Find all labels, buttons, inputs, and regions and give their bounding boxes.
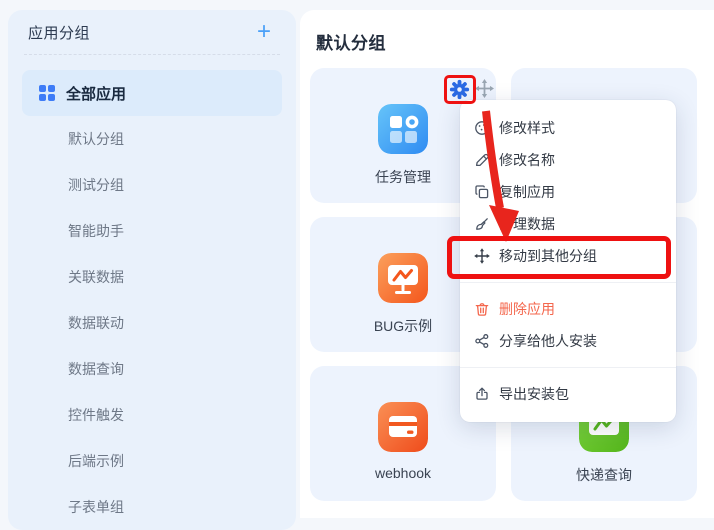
menu-item-share-install[interactable]: 分享给他人安装 (460, 325, 676, 357)
menu-item-label: 修改名称 (499, 150, 555, 170)
export-icon (474, 386, 490, 402)
chart-board-icon (378, 253, 428, 303)
menu-item-label: 复制应用 (499, 182, 555, 202)
sidebar-title: 应用分组 (28, 22, 90, 43)
sidebar-item-default-group[interactable]: 默认分组 (8, 116, 296, 162)
app-card-label: 快递查询 (576, 465, 632, 485)
menu-item-edit-style[interactable]: 修改样式 (460, 112, 676, 144)
menu-divider (460, 282, 676, 283)
share-icon (474, 333, 490, 349)
apps-grid-icon (39, 85, 55, 101)
app-groups-sidebar: 应用分组 + 全部应用 默认分组 测试分组 智能助手 关联数据 数据联动 数据查… (8, 10, 296, 530)
menu-item-delete-app[interactable]: 删除应用 (460, 293, 676, 325)
app-card-label: webhook (375, 465, 431, 481)
sidebar-item-widget-trigger[interactable]: 控件触发 (8, 392, 296, 438)
annotation-box-gear (444, 75, 476, 104)
menu-item-label: 清理数据 (499, 214, 555, 234)
divider (24, 54, 280, 55)
menu-item-rename[interactable]: 修改名称 (460, 144, 676, 176)
copy-icon (474, 184, 490, 200)
menu-item-label: 导出安装包 (499, 384, 569, 404)
sidebar-item-ai-assistant[interactable]: 智能助手 (8, 208, 296, 254)
sidebar-item-label: 全部应用 (66, 83, 126, 104)
sidebar-item-backend-demo[interactable]: 后端示例 (8, 438, 296, 484)
card-icon (378, 402, 428, 452)
sidebar-item-data-query[interactable]: 数据查询 (8, 346, 296, 392)
menu-item-label: 删除应用 (499, 299, 555, 319)
trash-icon (474, 301, 490, 317)
brush-icon (474, 216, 490, 232)
menu-item-label: 分享给他人安装 (499, 331, 597, 351)
app-card-label: 任务管理 (375, 167, 431, 187)
page-title: 默认分组 (316, 29, 386, 54)
sidebar-item-data-linkage[interactable]: 数据联动 (8, 300, 296, 346)
sidebar-item-subform-group[interactable]: 子表单组 (8, 484, 296, 530)
menu-divider (460, 367, 676, 368)
sidebar-item-test-group[interactable]: 测试分组 (8, 162, 296, 208)
sidebar-item-all-apps[interactable]: 全部应用 (22, 70, 282, 116)
pencil-icon (474, 152, 490, 168)
palette-icon (474, 120, 490, 136)
task-app-icon (378, 104, 428, 154)
sidebar-header: 应用分组 + (8, 10, 296, 54)
app-card-label: BUG示例 (374, 316, 432, 336)
add-group-button[interactable]: + (252, 20, 276, 44)
sidebar-item-linked-data[interactable]: 关联数据 (8, 254, 296, 300)
menu-item-export-package[interactable]: 导出安装包 (460, 378, 676, 410)
menu-item-duplicate-app[interactable]: 复制应用 (460, 176, 676, 208)
annotation-box-move-item (447, 236, 671, 279)
group-list: 默认分组 测试分组 智能助手 关联数据 数据联动 数据查询 控件触发 后端示例 … (8, 116, 296, 530)
menu-item-label: 修改样式 (499, 118, 555, 138)
